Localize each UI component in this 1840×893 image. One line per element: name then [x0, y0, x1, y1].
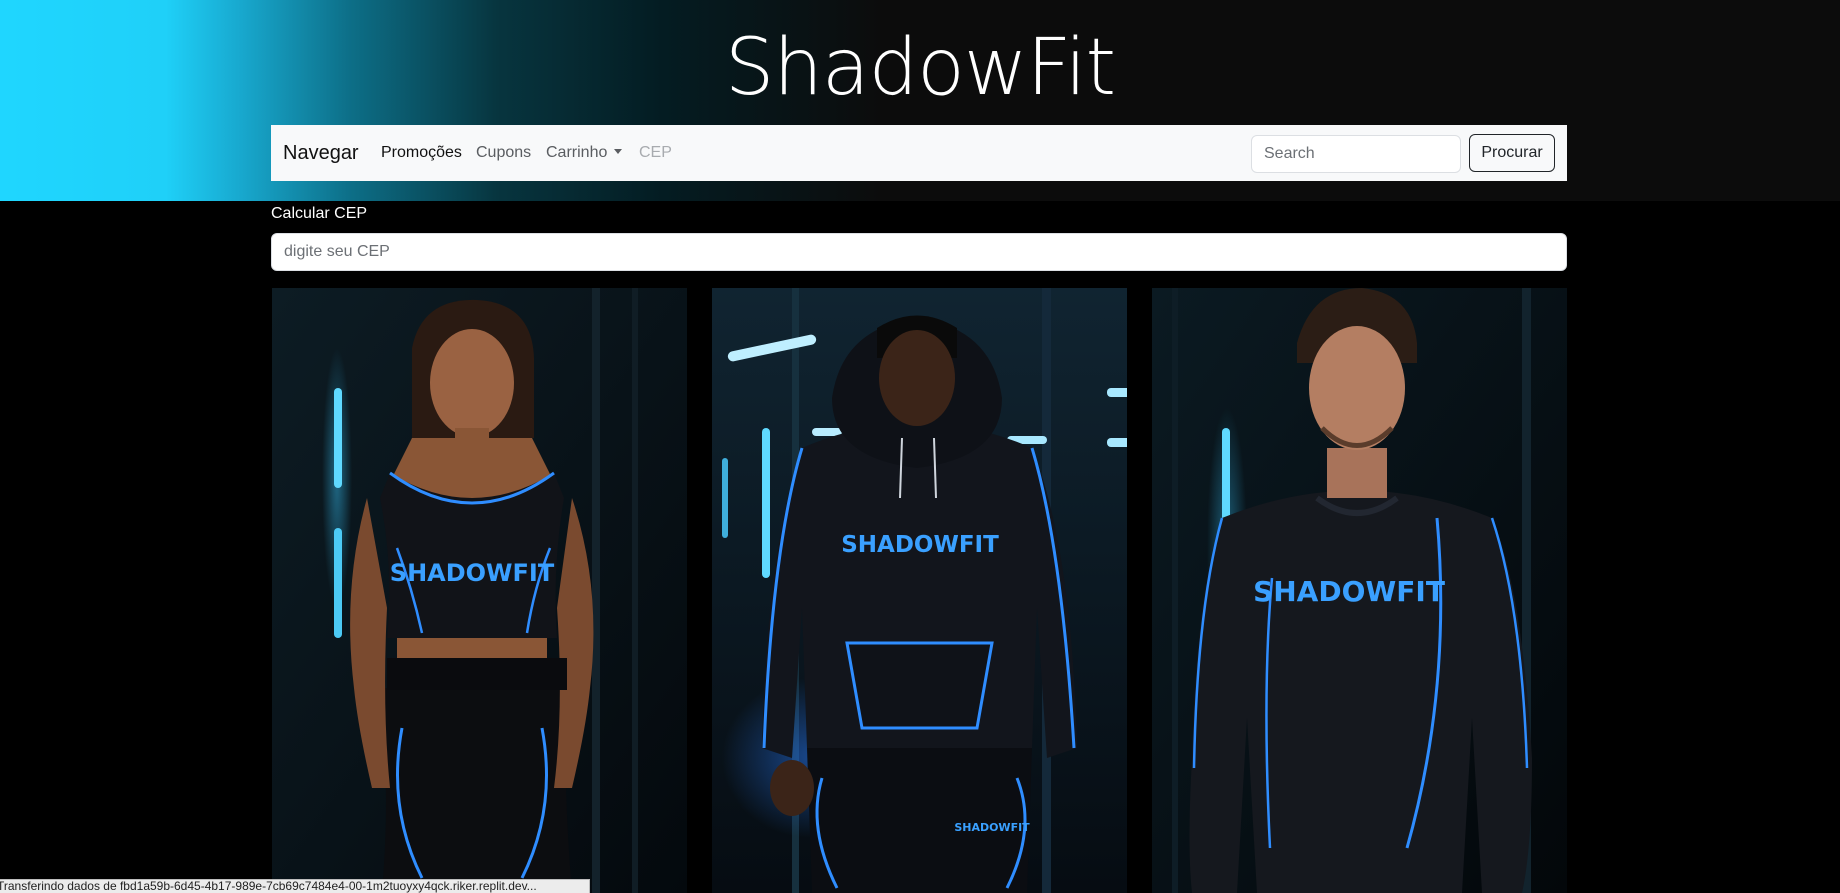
product-image-hoodie[interactable]: SHADOWFIT SHADOWFIT — [712, 288, 1127, 893]
product-shirt-text: SHADOWFIT — [1253, 575, 1445, 608]
nav-dropdown-label: Carrinho — [546, 144, 608, 161]
product-shirt-text: SHADOWFIT — [841, 532, 999, 558]
search-input[interactable] — [1251, 135, 1461, 173]
nav-dropdown-carrinho[interactable]: Carrinho — [546, 125, 623, 181]
nav-link-promocoes[interactable]: Promoções — [381, 125, 462, 181]
product-pants-text: SHADOWFIT — [954, 821, 1030, 834]
product-image-long-sleeve[interactable]: SHADOWFIT — [1152, 288, 1567, 893]
browser-status-bar: Transferindo dados de fbd1a59b-6d45-4b17… — [0, 879, 590, 893]
brand-title: ShadowFit — [724, 23, 1116, 113]
nav-link-cep: CEP — [639, 144, 672, 161]
product-shirt-text: SHADOWFIT — [390, 559, 555, 587]
cep-label: Calcular CEP — [271, 205, 368, 222]
navbar: Navegar Promoções Cupons Carrinho CEP Pr… — [271, 125, 1567, 181]
status-text: Transferindo dados de fbd1a59b-6d45-4b17… — [0, 879, 537, 893]
search-button[interactable]: Procurar — [1469, 134, 1555, 172]
cep-input[interactable] — [271, 233, 1567, 271]
navbar-brand[interactable]: Navegar — [283, 125, 359, 181]
caret-down-icon — [614, 149, 623, 154]
product-image-tank-top[interactable]: SHADOWFIT — [272, 288, 687, 893]
nav-link-cupons[interactable]: Cupons — [476, 125, 531, 181]
